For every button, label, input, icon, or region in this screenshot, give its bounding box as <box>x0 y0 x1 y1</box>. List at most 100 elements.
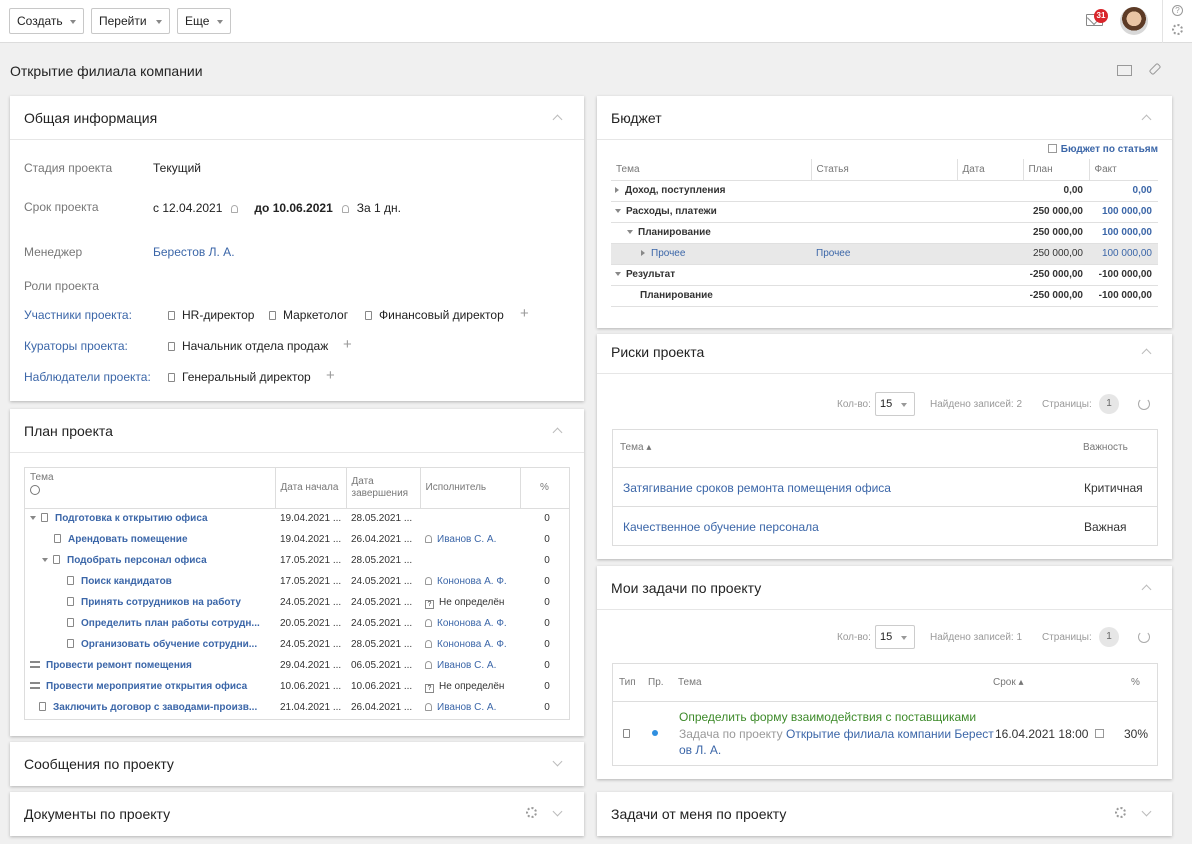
table-row[interactable]: Качественное обучение персонала Важная <box>613 506 1157 545</box>
project-link[interactable]: Открытие филиала компании Берест <box>786 727 994 741</box>
participant-item[interactable]: HR-директор <box>168 308 254 322</box>
table-row[interactable]: Заключить договор с заводами-произв... 21… <box>25 697 569 718</box>
chevron-down-icon[interactable] <box>1141 806 1152 817</box>
chevron-up-icon[interactable] <box>1141 584 1152 595</box>
curator-item[interactable]: Начальник отдела продаж <box>168 339 328 353</box>
messages-panel[interactable]: Сообщения по проекту <box>10 742 584 786</box>
bell-icon[interactable] <box>341 205 349 213</box>
table-row[interactable]: Результат -250 000,00 -100 000,00 <box>611 264 1158 286</box>
col-due[interactable]: Срок ▴ <box>993 677 1024 688</box>
chevron-down-icon <box>901 403 907 407</box>
participant-item[interactable]: Маркетолог <box>269 308 348 322</box>
budget-by-items-link[interactable]: Бюджет по статьям <box>1047 144 1158 155</box>
panel-header[interactable]: Мои задачи по проекту <box>597 566 1172 610</box>
avatar[interactable] <box>1120 7 1148 35</box>
refresh-icon[interactable] <box>1138 631 1150 643</box>
period-from[interactable]: с 12.04.2021 <box>153 201 222 215</box>
page-size-select[interactable]: 15 <box>875 392 915 416</box>
table-row[interactable]: Провести ремонт помещения 29.04.2021 ... 0… <box>25 655 569 676</box>
calendar-icon[interactable] <box>1095 729 1104 738</box>
participants-label[interactable]: Участники проекта: <box>24 308 132 322</box>
documents-panel[interactable]: Документы по проекту <box>10 792 584 836</box>
chevron-up-icon[interactable] <box>552 114 563 125</box>
table-row[interactable]: Определить план работы сотрудн... 20.05.2… <box>25 613 569 634</box>
period-to[interactable]: до 10.06.2021 <box>254 201 332 215</box>
risk-importance: Критичная <box>1084 481 1143 495</box>
chevron-up-icon[interactable] <box>552 427 563 438</box>
col-topic[interactable]: Тема ▴ <box>620 442 651 453</box>
curators-label[interactable]: Кураторы проекта: <box>24 339 128 353</box>
col-importance[interactable]: Важность <box>1083 442 1128 453</box>
task-pct: 30% <box>1124 727 1149 741</box>
add-observer-icon[interactable]: + <box>326 368 335 383</box>
table-row[interactable]: Затягивание сроков ремонта помещения офи… <box>613 467 1157 506</box>
table-row[interactable]: Подготовка к открытию офиса 19.04.2021 ..… <box>25 508 569 529</box>
general-info-panel: Общая информация Стадия проекта Текущий … <box>10 96 584 401</box>
col-date[interactable]: Дата <box>957 159 1024 181</box>
page-button[interactable]: 1 <box>1099 394 1119 414</box>
gear-icon[interactable] <box>526 807 537 818</box>
risk-link[interactable]: Качественное обучение персонала <box>623 520 819 534</box>
search-icon[interactable] <box>30 485 40 495</box>
task-link[interactable]: Определить форму взаимодействия с постав… <box>679 710 976 724</box>
participant-item[interactable]: Финансовый директор <box>365 308 504 322</box>
table-row[interactable]: Подобрать персонал офиса 17.05.2021 ... 28… <box>25 550 569 571</box>
panel-header[interactable]: Общая информация <box>10 96 584 140</box>
chevron-down-icon[interactable] <box>552 806 563 817</box>
col-topic[interactable]: Тема <box>678 677 702 688</box>
chevron-down-icon <box>217 20 223 24</box>
col-topic[interactable]: Тема <box>611 159 812 181</box>
manager-link[interactable]: Берестов Л. А. <box>153 245 235 259</box>
create-button[interactable]: Создать <box>9 8 84 34</box>
stage-value[interactable]: Текущий <box>153 161 201 175</box>
goto-button[interactable]: Перейти <box>91 8 170 34</box>
panel-header[interactable]: Риски проекта <box>597 334 1172 374</box>
chevron-up-icon[interactable] <box>1141 348 1152 359</box>
page-size-select[interactable]: 15 <box>875 625 915 649</box>
table-row[interactable]: Поиск кандидатов 17.05.2021 ... 24.05.2021… <box>25 571 569 592</box>
table-row[interactable]: Расходы, платежи 250 000,00 100 000,00 <box>611 201 1158 223</box>
gear-icon[interactable] <box>1172 24 1183 35</box>
col-plan[interactable]: План <box>1023 159 1090 181</box>
panel-header[interactable]: План проекта <box>10 409 584 453</box>
add-participant-icon[interactable]: + <box>520 306 529 321</box>
table-row[interactable]: Принять сотрудников на работу 24.05.2021 … <box>25 592 569 613</box>
refresh-icon[interactable] <box>1138 398 1150 410</box>
col-type[interactable]: Тип <box>619 677 636 688</box>
table-row[interactable]: Прочее Прочее 250 000,00 100 000,00 <box>611 243 1158 265</box>
manager-link[interactable]: ов Л. А. <box>679 743 721 757</box>
col-item[interactable]: Статья <box>811 159 958 181</box>
table-row[interactable]: Провести мероприятие открытия офиса 10.06… <box>25 676 569 697</box>
table-row[interactable]: Арендовать помещение 19.04.2021 ... 26.04.… <box>25 529 569 550</box>
help-icon[interactable]: ? <box>1172 5 1183 16</box>
table-row[interactable]: Организовать обучение сотрудни... 24.05.2… <box>25 634 569 655</box>
add-curator-icon[interactable]: + <box>343 337 352 352</box>
table-row[interactable]: Планирование 250 000,00 100 000,00 <box>611 222 1158 244</box>
more-button[interactable]: Еще <box>177 8 231 34</box>
bell-icon[interactable] <box>231 205 239 213</box>
table-row[interactable]: Доход, поступления 0,00 0,00 <box>611 180 1158 202</box>
send-mail-icon[interactable] <box>1117 65 1132 76</box>
chevron-up-icon[interactable] <box>1141 114 1152 125</box>
observer-item[interactable]: Генеральный директор <box>168 370 311 384</box>
pin-icon[interactable] <box>1148 62 1162 76</box>
panel-header[interactable]: Бюджет <box>597 96 1172 140</box>
project-icon <box>41 513 48 523</box>
col-pct[interactable]: % <box>1131 677 1140 688</box>
col-executor[interactable]: Исполнитель <box>420 468 521 509</box>
divider <box>1162 0 1163 43</box>
gear-icon[interactable] <box>1115 807 1126 818</box>
observers-label[interactable]: Наблюдатели проекта: <box>24 370 151 384</box>
table-row[interactable]: Определить форму взаимодействия с постав… <box>613 701 1157 765</box>
col-pct[interactable]: % <box>520 468 570 509</box>
tasks-from-me-panel[interactable]: Задачи от меня по проекту <box>597 792 1172 836</box>
chevron-down-icon[interactable] <box>552 756 563 767</box>
risk-link[interactable]: Затягивание сроков ремонта помещения офи… <box>623 481 891 495</box>
page-button[interactable]: 1 <box>1099 627 1119 647</box>
col-topic[interactable]: Тема <box>25 468 276 509</box>
col-priority[interactable]: Пр. <box>648 677 664 688</box>
col-fact[interactable]: Факт <box>1089 159 1158 181</box>
col-start[interactable]: Дата начала <box>275 468 347 509</box>
col-end[interactable]: Дата завершения <box>346 468 421 509</box>
table-row[interactable]: Планирование -250 000,00 -100 000,00 <box>611 285 1158 307</box>
